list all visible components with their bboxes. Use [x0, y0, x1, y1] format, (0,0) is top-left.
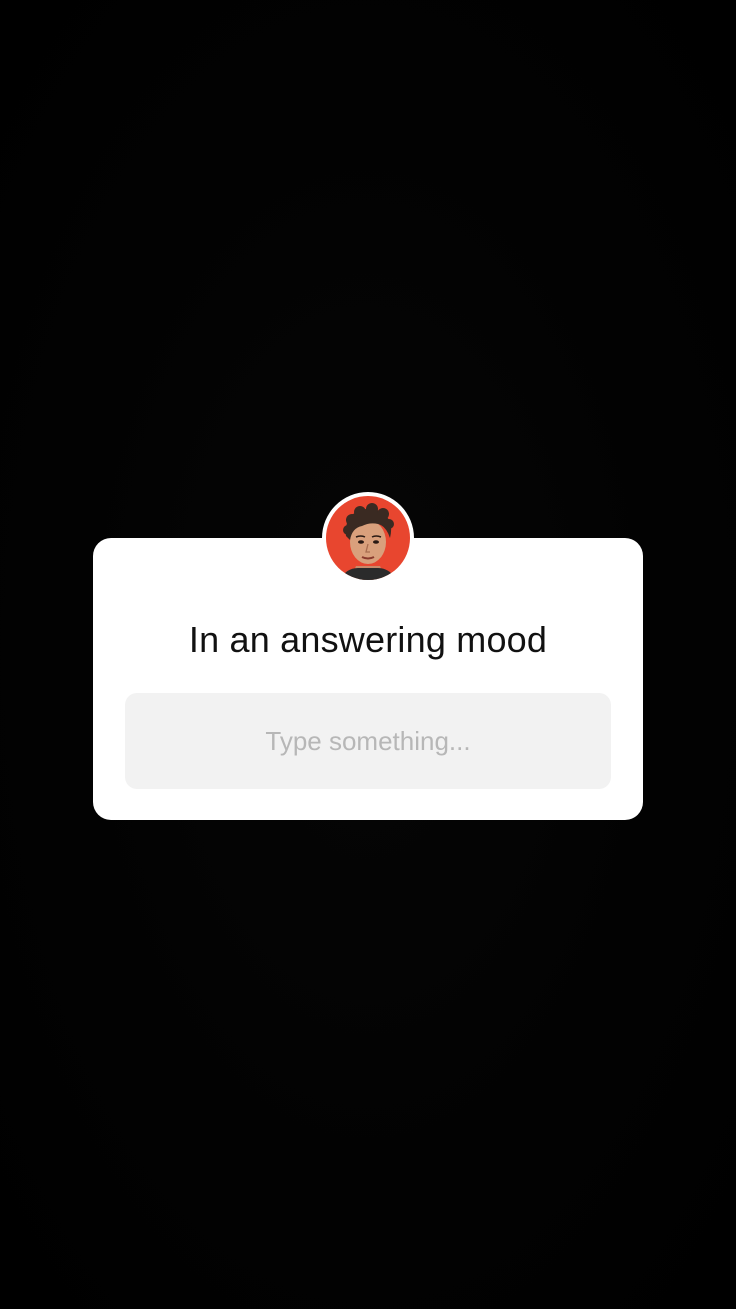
- answer-input[interactable]: Type something...: [125, 693, 611, 789]
- avatar: [322, 492, 414, 584]
- question-prompt: In an answering mood: [188, 619, 548, 660]
- profile-avatar-icon: [326, 496, 410, 580]
